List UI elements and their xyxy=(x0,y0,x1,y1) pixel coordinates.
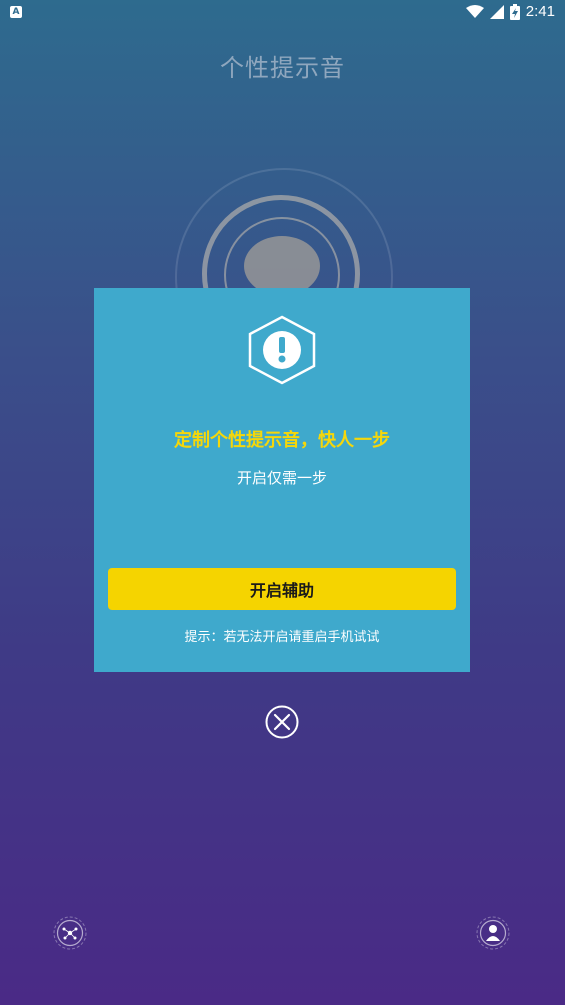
dialog-subtitle: 开启仅需一步 xyxy=(236,469,327,487)
notification-app-icon: A xyxy=(10,6,22,18)
warning-hexagon-icon xyxy=(248,315,316,385)
dialog-hint: 提示：若无法开启请重启手机试试 xyxy=(184,630,380,645)
status-right-group: 2:41 xyxy=(465,3,555,20)
wifi-icon xyxy=(465,4,484,18)
status-bar: A 2:41 xyxy=(0,0,565,26)
mascot-character-image xyxy=(244,236,320,296)
enable-accessibility-button[interactable]: 开启辅助 xyxy=(108,568,456,610)
network-icon[interactable] xyxy=(53,916,87,950)
profile-icon[interactable] xyxy=(476,916,510,950)
battery-charging-icon xyxy=(509,3,520,20)
status-time: 2:41 xyxy=(525,3,555,20)
close-icon[interactable] xyxy=(264,704,300,740)
dialog-title: 定制个性提示音，快人一步 xyxy=(174,430,390,451)
cell-signal-icon xyxy=(489,4,504,19)
page-title: 个性提示音 xyxy=(220,54,345,82)
